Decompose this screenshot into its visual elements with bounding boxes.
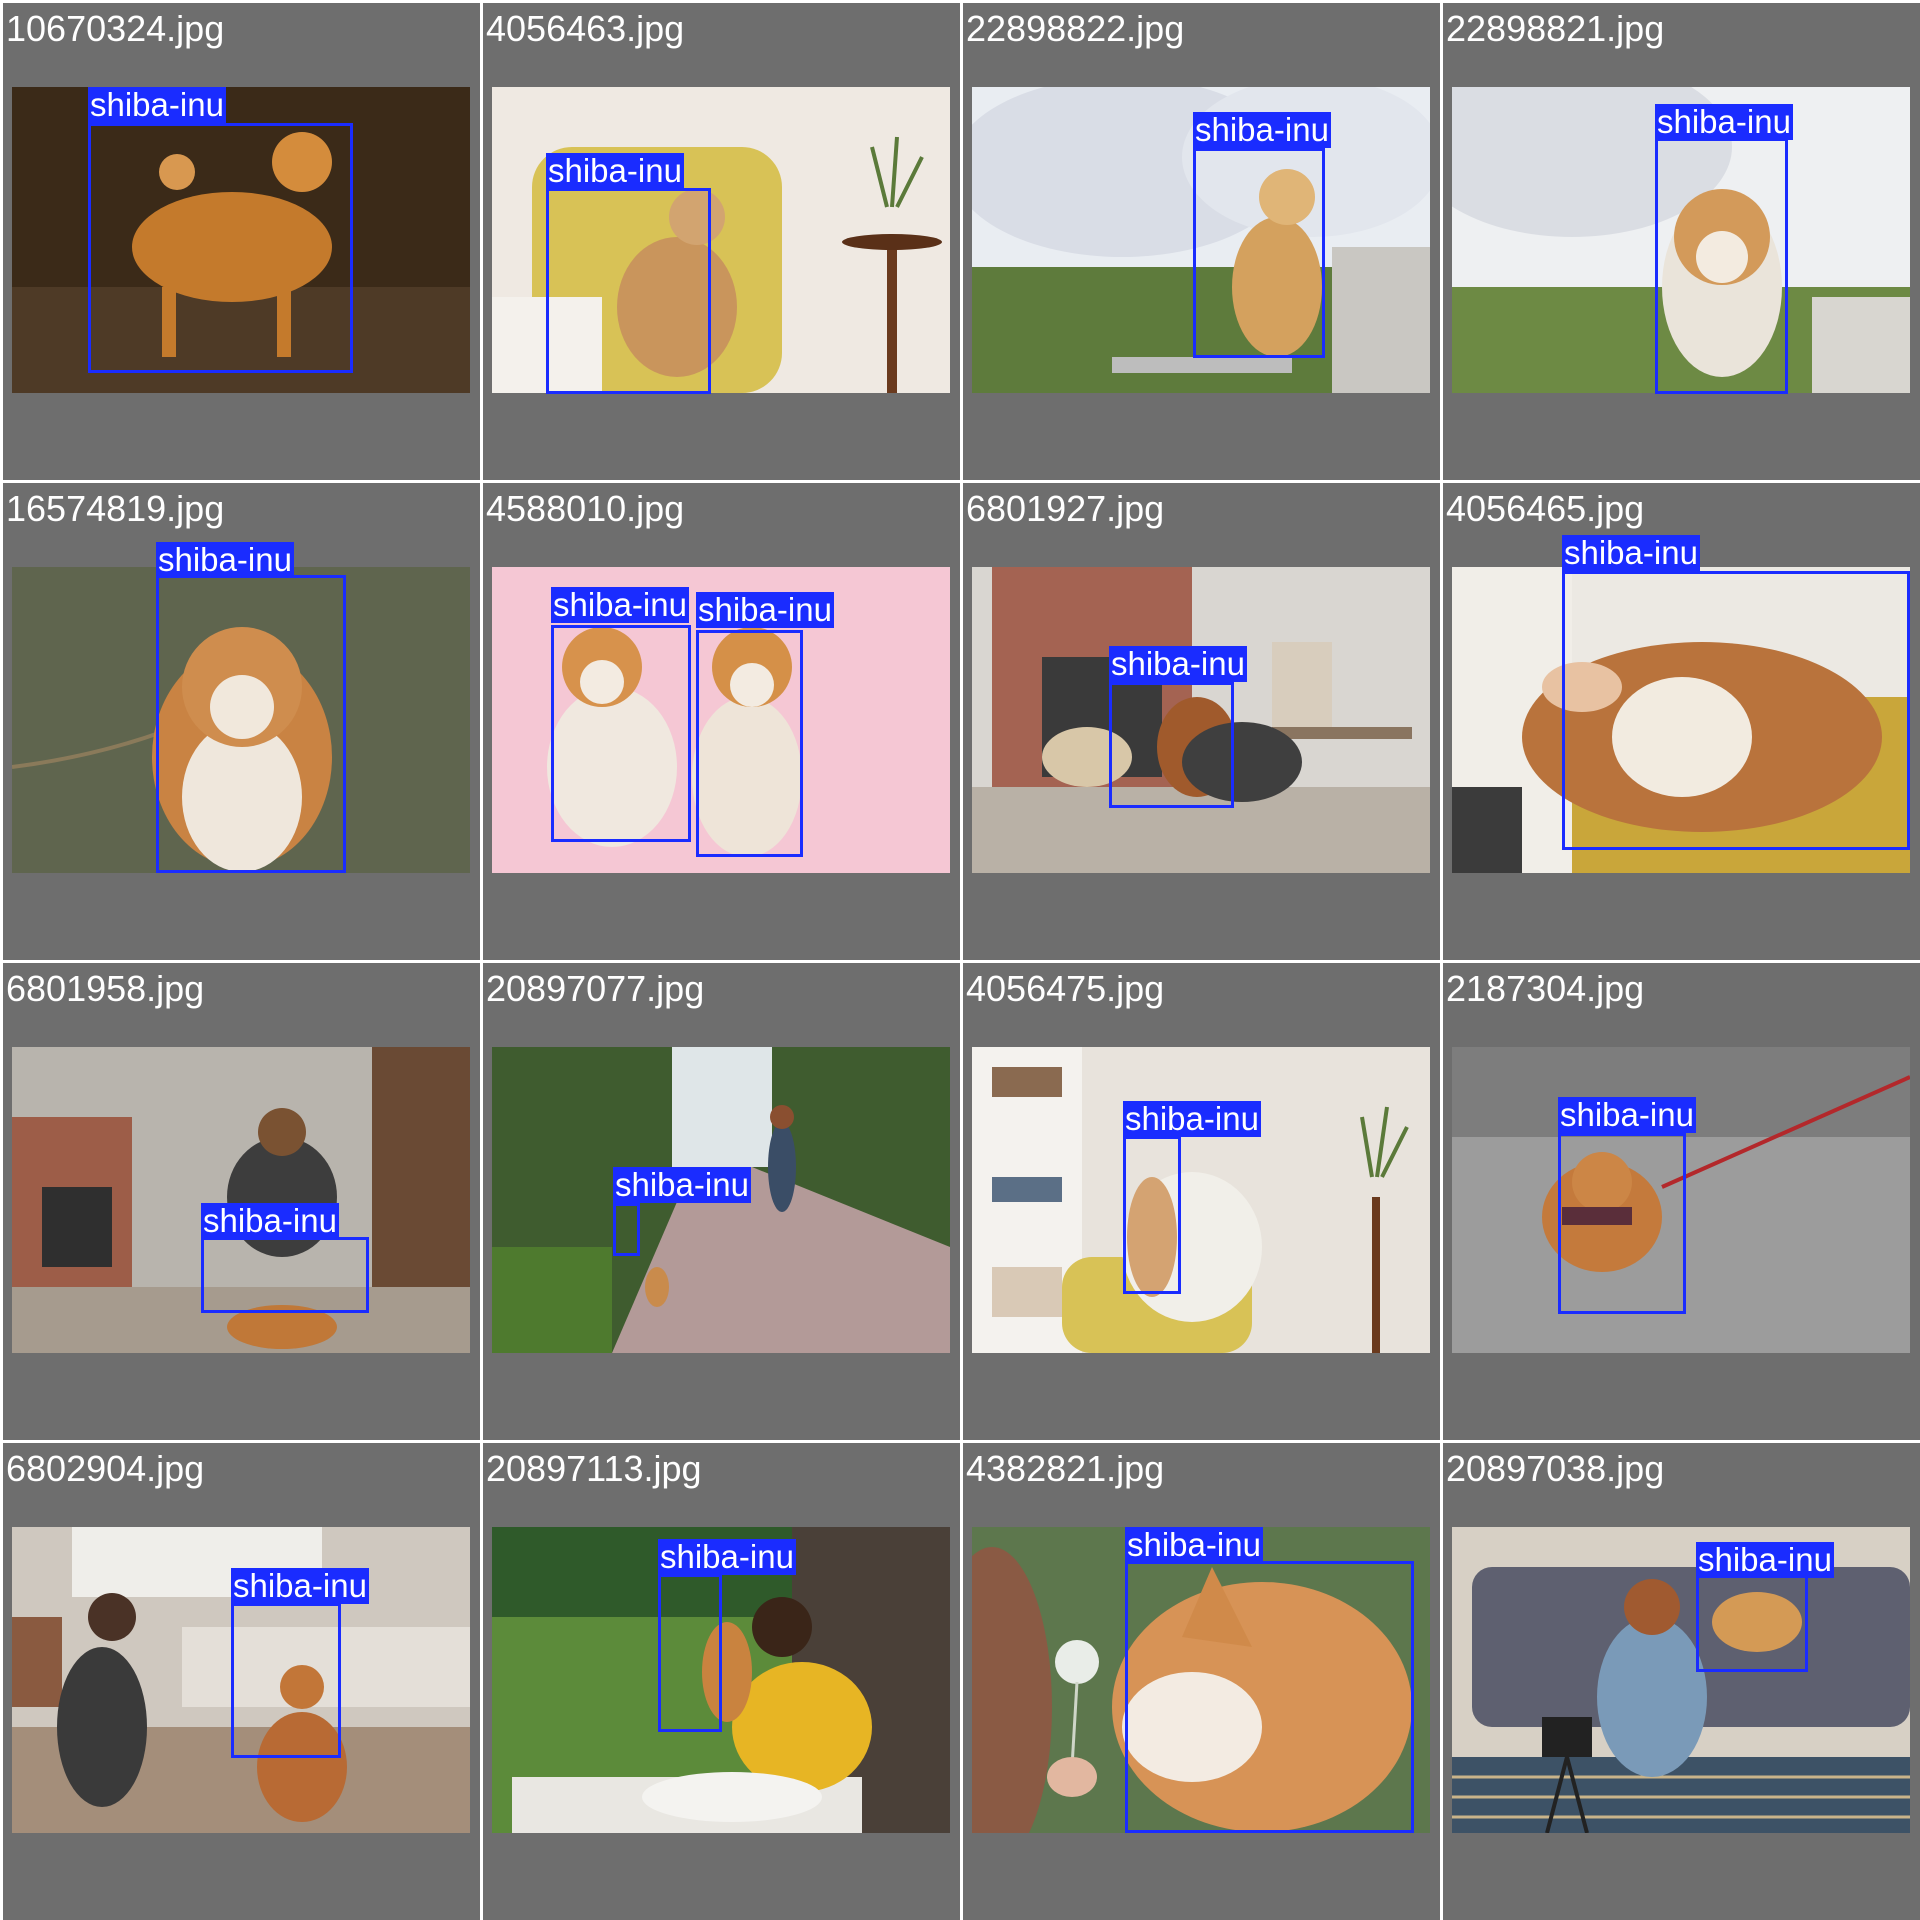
image-tile[interactable]: 10670324.jpg shiba-inu bbox=[3, 3, 480, 480]
image-tile[interactable]: 6801958.jpg shiba-inu bbox=[3, 963, 480, 1440]
tile-filename: 10670324.jpg bbox=[6, 8, 225, 49]
detection-box bbox=[1193, 148, 1325, 358]
detection-box bbox=[658, 1574, 722, 1732]
image-tile[interactable]: 16574819.jpg shiba-inu bbox=[3, 483, 480, 960]
detection-label: shiba-inu bbox=[546, 152, 684, 189]
tile-filename: 4382821.jpg bbox=[966, 1448, 1165, 1489]
image-tile[interactable]: 20897113.jpg shiba-inu bbox=[483, 1443, 960, 1920]
image-tile[interactable]: 4056475.jpg shiba-inu bbox=[963, 963, 1440, 1440]
photo-sofa-vlogging bbox=[1452, 1527, 1910, 1833]
tile-filename: 6801958.jpg bbox=[6, 968, 205, 1009]
detection-label: shiba-inu bbox=[1562, 534, 1700, 571]
image-tile[interactable]: 20897038.jpg shiba-inu bbox=[1443, 1443, 1920, 1920]
image-tile[interactable]: 6801927.jpg shiba-inu bbox=[963, 483, 1440, 960]
image-tile[interactable]: 22898822.jpg shiba-inu bbox=[963, 3, 1440, 480]
detection-box bbox=[88, 123, 353, 373]
detection-box bbox=[1109, 682, 1234, 808]
tile-filename: 4588010.jpg bbox=[486, 488, 685, 529]
image-tile[interactable]: 4056463.jpg shiba-inu bbox=[483, 3, 960, 480]
detection-label: shiba-inu bbox=[231, 1567, 369, 1604]
tile-filename: 2187304.jpg bbox=[1446, 968, 1645, 1009]
detection-label: shiba-inu bbox=[156, 541, 294, 578]
photo-thumbnail bbox=[972, 1047, 1430, 1353]
detection-box bbox=[551, 625, 691, 842]
photo-thumbnail bbox=[1452, 1527, 1910, 1833]
detection-label: shiba-inu bbox=[1655, 103, 1793, 140]
tile-filename: 20897077.jpg bbox=[486, 968, 705, 1009]
detection-box bbox=[1655, 138, 1788, 394]
detection-box bbox=[546, 188, 711, 394]
image-tile[interactable]: 6802904.jpg shiba-inu bbox=[3, 1443, 480, 1920]
tile-filename: 6802904.jpg bbox=[6, 1448, 205, 1489]
detection-label: shiba-inu bbox=[1696, 1541, 1834, 1578]
tile-filename: 4056463.jpg bbox=[486, 8, 685, 49]
image-tile[interactable]: 2187304.jpg shiba-inu bbox=[1443, 963, 1920, 1440]
detection-label: shiba-inu bbox=[1193, 111, 1331, 148]
detection-box bbox=[696, 630, 803, 857]
detection-box bbox=[1562, 571, 1910, 850]
detection-box bbox=[156, 575, 346, 873]
tile-filename: 22898822.jpg bbox=[966, 8, 1185, 49]
detection-label: shiba-inu bbox=[88, 86, 226, 123]
detection-label: shiba-inu bbox=[1123, 1100, 1261, 1137]
tile-filename: 4056475.jpg bbox=[966, 968, 1165, 1009]
detection-box bbox=[613, 1203, 640, 1256]
tile-filename: 16574819.jpg bbox=[6, 488, 225, 529]
detection-label: shiba-inu bbox=[658, 1538, 796, 1575]
detection-box bbox=[201, 1237, 369, 1313]
detection-results-grid: 10670324.jpg shiba-inu 4056463.jpg shiba… bbox=[0, 0, 1920, 1920]
image-tile[interactable]: 4382821.jpg shiba-inu bbox=[963, 1443, 1440, 1920]
detection-label: shiba-inu bbox=[201, 1202, 339, 1239]
image-tile[interactable]: 4056465.jpg shiba-inu bbox=[1443, 483, 1920, 960]
tile-filename: 6801927.jpg bbox=[966, 488, 1165, 529]
photo-bookshelf-room bbox=[972, 1047, 1430, 1353]
detection-label: shiba-inu bbox=[696, 591, 834, 628]
detection-label: shiba-inu bbox=[1125, 1526, 1263, 1563]
detection-label: shiba-inu bbox=[1558, 1096, 1696, 1133]
detection-box bbox=[1696, 1575, 1808, 1672]
detection-box bbox=[231, 1603, 341, 1758]
tile-filename: 20897113.jpg bbox=[486, 1448, 702, 1489]
detection-label: shiba-inu bbox=[1109, 645, 1247, 682]
detection-label: shiba-inu bbox=[551, 586, 689, 623]
image-tile[interactable]: 20897077.jpg shiba-inu bbox=[483, 963, 960, 1440]
detection-box bbox=[1125, 1561, 1414, 1833]
tile-filename: 22898821.jpg bbox=[1446, 8, 1665, 49]
detection-box bbox=[1558, 1133, 1686, 1314]
detection-label: shiba-inu bbox=[613, 1166, 751, 1203]
image-tile[interactable]: 22898821.jpg shiba-inu bbox=[1443, 3, 1920, 480]
tile-filename: 20897038.jpg bbox=[1446, 1448, 1665, 1489]
tile-filename: 4056465.jpg bbox=[1446, 488, 1645, 529]
image-tile[interactable]: 4588010.jpg shiba-inu shiba-inu bbox=[483, 483, 960, 960]
detection-box bbox=[1123, 1136, 1181, 1294]
